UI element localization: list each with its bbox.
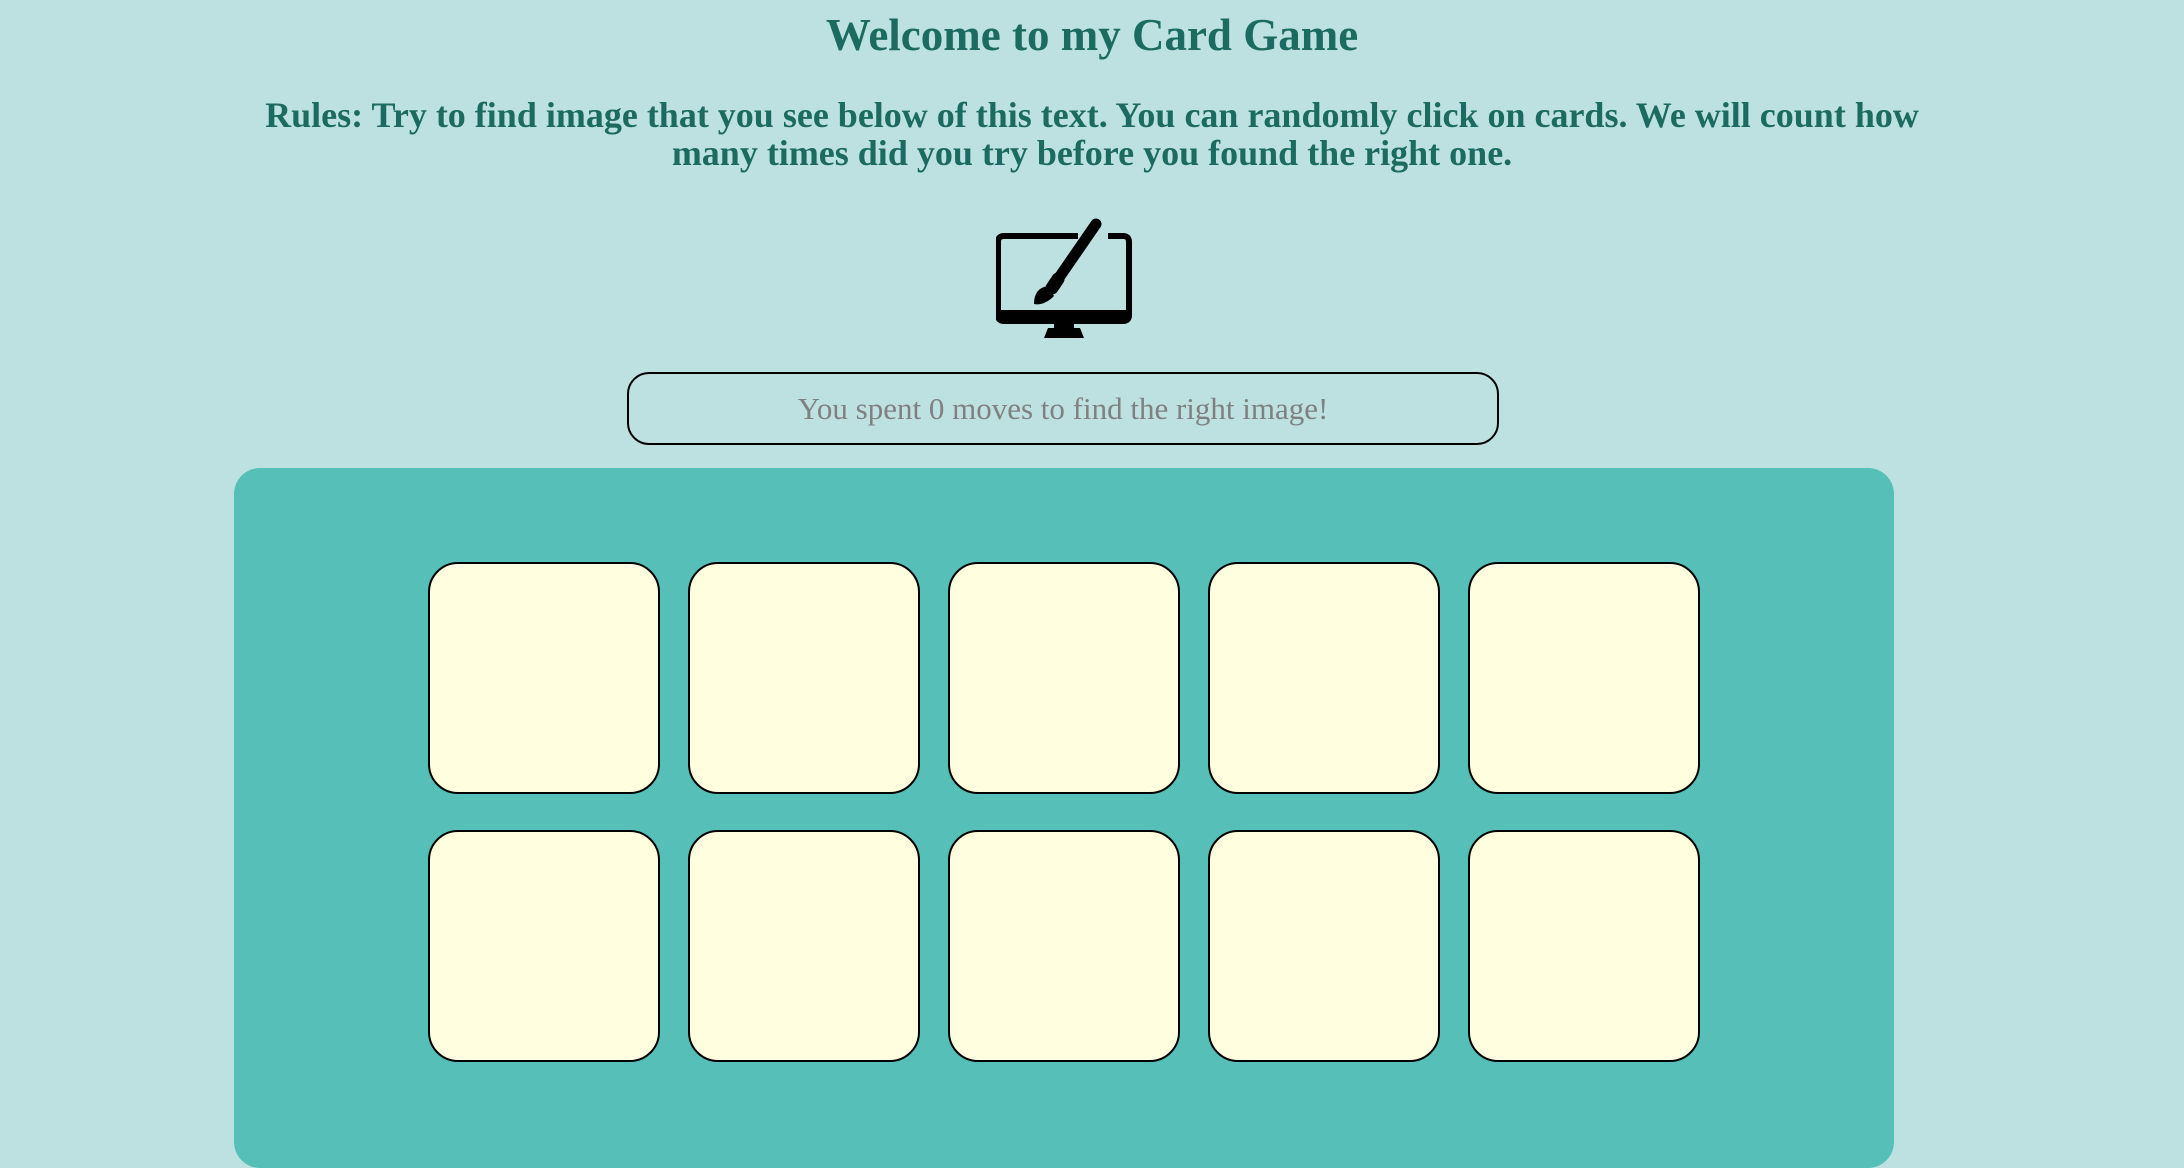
moves-counter: You spent 0 moves to find the right imag… [627,372,1499,445]
card-6[interactable] [428,830,660,1062]
card-8[interactable] [948,830,1180,1062]
monitor-paintbrush-icon [995,218,1132,338]
card-3[interactable] [948,562,1180,794]
card-1[interactable] [428,562,660,794]
card-10[interactable] [1468,830,1700,1062]
card-board [234,468,1894,1168]
card-5[interactable] [1468,562,1700,794]
target-image [995,214,1132,342]
card-9[interactable] [1208,830,1440,1062]
rules-text: Rules: Try to find image that you see be… [265,95,1919,173]
page-title: Welcome to my Card Game [825,10,1359,60]
card-2[interactable] [688,562,920,794]
card-7[interactable] [688,830,920,1062]
moves-text: You spent 0 moves to find the right imag… [797,390,1329,426]
card-4[interactable] [1208,562,1440,794]
